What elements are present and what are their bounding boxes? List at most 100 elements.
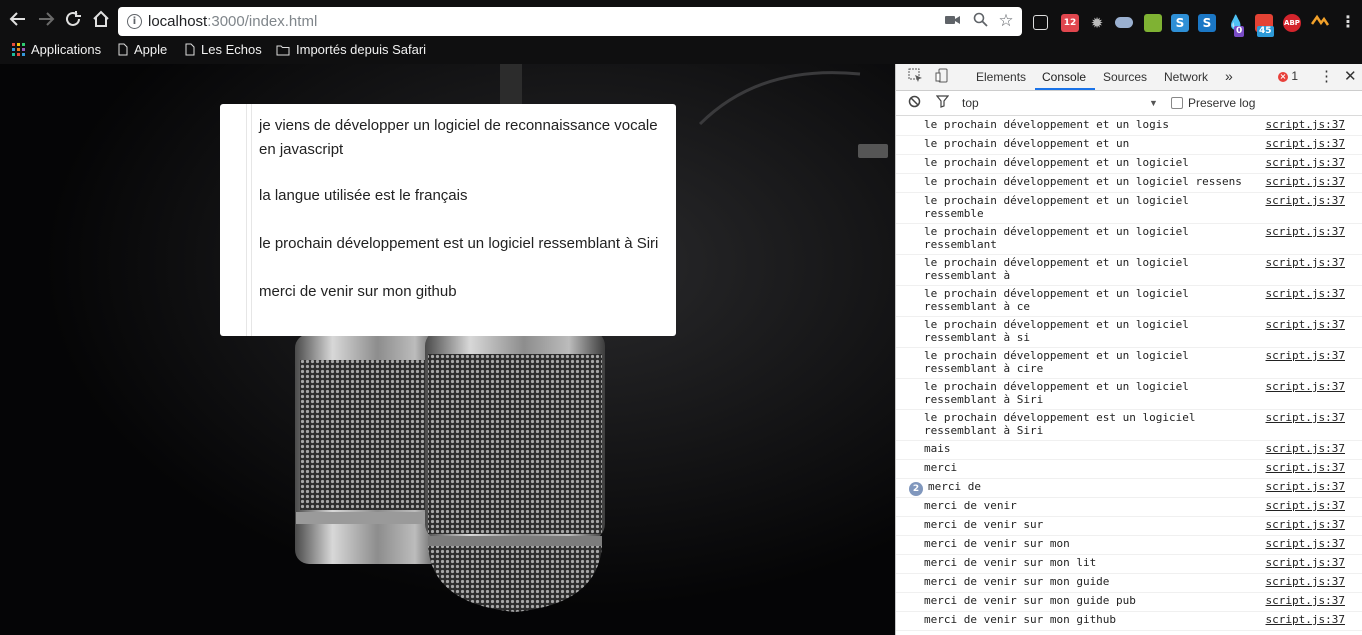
- transcript-paragraph: la langue utilisée est le français: [259, 187, 468, 204]
- console-row: merci de venir sur mon guide script.js:37: [896, 574, 1362, 593]
- console-row: merci de venir sur mon guide pub script.j…: [896, 593, 1362, 612]
- more-tabs-icon[interactable]: »: [1225, 68, 1233, 84]
- console-message: mais: [924, 442, 951, 455]
- console-row: merci de venir script.js:37: [896, 498, 1362, 517]
- source-link[interactable]: script.js:37: [1266, 118, 1345, 132]
- console-message: merci: [924, 461, 958, 474]
- menu-kebab-icon[interactable]: ⋮: [1339, 14, 1357, 32]
- console-row: le prochain développement et un logiciel…: [896, 379, 1362, 410]
- console-row: le prochain développement et un logiciel…: [896, 348, 1362, 379]
- source-link[interactable]: script.js:37: [1266, 318, 1345, 332]
- cloud-icon[interactable]: [1115, 17, 1133, 28]
- extension-wave-icon[interactable]: [1310, 14, 1330, 32]
- bookmark-applications[interactable]: Applications: [12, 42, 101, 59]
- source-link[interactable]: script.js:37: [1266, 480, 1345, 494]
- console-message: le prochain développement et un logiciel…: [924, 287, 1189, 313]
- camera-icon[interactable]: [944, 12, 962, 30]
- source-link[interactable]: script.js:37: [1266, 518, 1345, 532]
- address-bar[interactable]: i localhost:3000/index.html ☆: [118, 7, 1022, 36]
- console-message: le prochain développement et un logiciel…: [924, 225, 1189, 251]
- preserve-log-checkbox[interactable]: [1171, 97, 1183, 109]
- source-link[interactable]: script.js:37: [1266, 194, 1345, 208]
- bookmark-label: Apple: [134, 42, 168, 57]
- devtools-menu-icon[interactable]: ⋮: [1319, 67, 1334, 85]
- forward-button[interactable]: [35, 10, 57, 32]
- reload-button[interactable]: [62, 10, 84, 32]
- extension-image-icon[interactable]: [1144, 14, 1162, 32]
- source-link[interactable]: script.js:37: [1266, 556, 1345, 570]
- source-link[interactable]: script.js:37: [1266, 256, 1345, 270]
- console-row: le prochain développement et un script.js…: [896, 136, 1362, 155]
- tab-network[interactable]: Network: [1164, 70, 1208, 84]
- source-link[interactable]: script.js:37: [1266, 461, 1345, 475]
- url-text[interactable]: localhost:3000/index.html: [148, 13, 317, 30]
- repeat-count-badge: 2: [909, 482, 923, 496]
- console-toolbar: top ▼ Preserve log: [896, 91, 1362, 116]
- tab-sources[interactable]: Sources: [1103, 70, 1147, 84]
- source-link[interactable]: script.js:37: [1266, 137, 1345, 151]
- source-link[interactable]: script.js:37: [1266, 156, 1345, 170]
- console-row: merci de venir sur mon github script.js:3…: [896, 612, 1362, 631]
- extension-badge: 45: [1257, 26, 1274, 37]
- console-message: le prochain développement et un logis: [924, 118, 1170, 131]
- url-host: localhost: [148, 13, 208, 30]
- home-button[interactable]: [90, 10, 112, 32]
- close-icon[interactable]: ✕: [1344, 67, 1357, 85]
- console-message: merci de venir sur mon github: [924, 613, 1117, 626]
- source-link[interactable]: script.js:37: [1266, 575, 1345, 589]
- console-message: le prochain développement et un logiciel…: [924, 318, 1189, 344]
- console-row: le prochain développement et un logiciel…: [896, 286, 1362, 317]
- gear-icon[interactable]: ✹: [1088, 14, 1106, 32]
- chevron-down-icon[interactable]: ▼: [1149, 98, 1158, 108]
- extension-calendar-icon[interactable]: 12: [1061, 14, 1079, 32]
- source-link[interactable]: script.js:37: [1266, 499, 1345, 513]
- tab-console[interactable]: Console: [1042, 70, 1086, 84]
- source-link[interactable]: script.js:37: [1266, 225, 1345, 239]
- info-icon[interactable]: i: [127, 14, 142, 29]
- apps-grid-icon: [12, 43, 25, 59]
- context-selector[interactable]: top: [962, 96, 979, 110]
- clear-console-icon[interactable]: [908, 95, 921, 111]
- cast-icon[interactable]: [1033, 15, 1048, 30]
- transcript-paragraph: le prochain développement est un logicie…: [259, 235, 659, 252]
- bookmark-label: Importés depuis Safari: [296, 42, 427, 57]
- adblock-icon[interactable]: ABP: [1283, 14, 1301, 32]
- bookmark-les-echos[interactable]: Les Echos: [185, 42, 262, 59]
- inspect-element-icon[interactable]: [906, 68, 924, 86]
- margin-lines: [246, 104, 252, 336]
- device-toolbar-icon[interactable]: [933, 68, 951, 86]
- star-bookmark-icon[interactable]: ☆: [997, 12, 1015, 30]
- error-icon: ×: [1278, 72, 1288, 82]
- active-tab-indicator: [1035, 88, 1095, 90]
- console-message: le prochain développement et un logiciel…: [924, 175, 1242, 188]
- console-message: merci de venir sur mon guide pub: [924, 594, 1136, 607]
- browser-chrome: i localhost:3000/index.html ☆ 12 ✹ S S 💧…: [0, 0, 1362, 64]
- extension-s2-icon[interactable]: S: [1198, 14, 1216, 32]
- source-link[interactable]: script.js:37: [1266, 613, 1345, 627]
- source-link[interactable]: script.js:37: [1266, 411, 1345, 425]
- devtools-panel: Elements Console Sources Network » × 1 ⋮…: [895, 64, 1362, 635]
- error-counter[interactable]: × 1: [1278, 69, 1298, 83]
- back-button[interactable]: [7, 10, 29, 32]
- source-link[interactable]: script.js:37: [1266, 349, 1345, 363]
- source-link[interactable]: script.js:37: [1266, 537, 1345, 551]
- source-link[interactable]: script.js:37: [1266, 287, 1345, 301]
- extension-s-icon[interactable]: S: [1171, 14, 1189, 32]
- console-row: merci de venir sur mon script.js:37: [896, 536, 1362, 555]
- source-link[interactable]: script.js:37: [1266, 175, 1345, 189]
- page-icon: [185, 43, 195, 59]
- console-row: le prochain développement et un logiciel…: [896, 174, 1362, 193]
- tab-elements[interactable]: Elements: [976, 70, 1026, 84]
- console-message: merci de venir sur: [924, 518, 1044, 531]
- bookmark-folder-safari[interactable]: Importés depuis Safari: [276, 42, 426, 59]
- source-link[interactable]: script.js:37: [1266, 380, 1345, 394]
- source-link[interactable]: script.js:37: [1266, 442, 1345, 456]
- filter-icon[interactable]: [935, 95, 950, 111]
- browser-toolbar: i localhost:3000/index.html ☆ 12 ✹ S S 💧…: [0, 4, 1362, 40]
- error-count: 1: [1291, 69, 1299, 83]
- console-message: le prochain développement et un logiciel…: [924, 380, 1189, 406]
- bookmark-apple[interactable]: Apple: [118, 42, 167, 59]
- zoom-icon[interactable]: [971, 12, 989, 30]
- console-row: le prochain développement et un logiciel…: [896, 155, 1362, 174]
- source-link[interactable]: script.js:37: [1266, 594, 1345, 608]
